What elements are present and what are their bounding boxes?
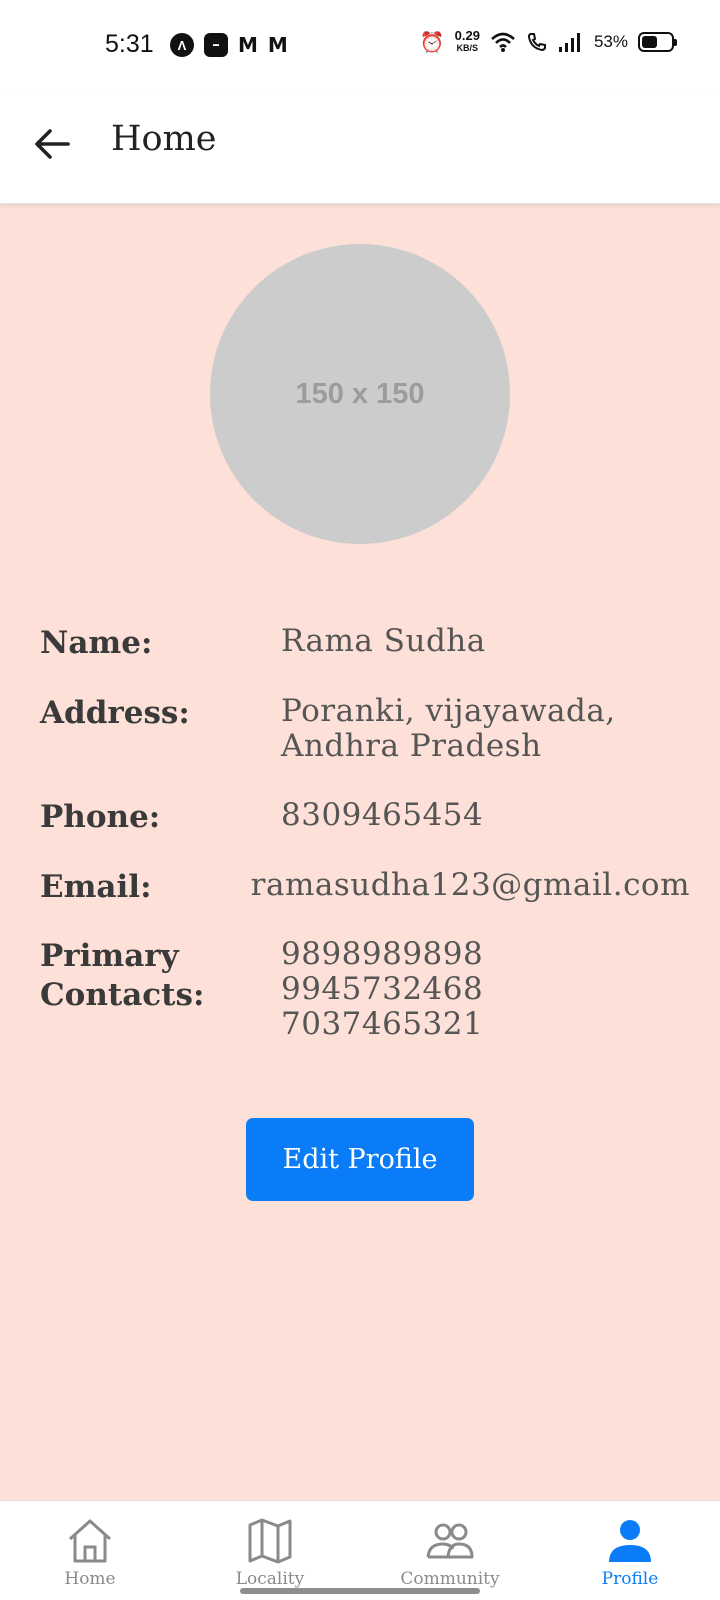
home-indicator[interactable] — [240, 1588, 480, 1594]
nav-label-profile: Profile — [601, 1569, 659, 1589]
nav-label-locality: Locality — [235, 1569, 305, 1589]
person-icon — [609, 1520, 651, 1562]
signal-icon — [558, 33, 580, 52]
nav-item-home[interactable]: Home — [0, 1501, 180, 1600]
status-bar: 5:31 Λ ▬ M M ⏰ 0.29 KB/S 53% — [0, 0, 720, 92]
address-line-2: Andhra Pradesh — [281, 728, 542, 764]
name-value: Rama Sudha — [281, 623, 486, 659]
arrow-left-icon[interactable] — [30, 122, 74, 166]
email-label: Email: — [40, 869, 152, 905]
name-label: Name: — [40, 625, 153, 661]
alarm-icon: ⏰ — [419, 30, 445, 54]
zomato-notification-icon: ▬ — [204, 33, 228, 57]
home-icon — [68, 1519, 112, 1563]
address-label: Address: — [40, 695, 190, 731]
contact-number: 9898989898 — [281, 936, 484, 972]
net-speed-value: 0.29 — [454, 28, 480, 43]
wifi-icon — [491, 32, 515, 52]
gmail-notification-icon: M — [267, 33, 288, 57]
notification-icons: Λ ▬ M M — [170, 33, 288, 57]
bottom-nav: Home Locality Community Profile — [0, 1500, 720, 1600]
address-value: Poranki, vijayawada, Andhra Pradesh — [281, 694, 616, 764]
map-icon — [248, 1518, 292, 1564]
contact-number: 7037465321 — [281, 1006, 484, 1042]
app-notification-icon: Λ — [170, 33, 194, 57]
net-speed: 0.29 KB/S — [454, 28, 480, 54]
nav-item-community[interactable]: Community — [360, 1501, 540, 1600]
battery-level — [642, 36, 657, 48]
email-value: ramasudha123@gmail.com — [250, 867, 690, 903]
people-icon — [426, 1523, 474, 1559]
app-bar: Home — [0, 92, 720, 204]
primary-contacts-label: Primary Contacts: — [40, 937, 281, 1042]
phone-row: Phone: 8309465454 — [40, 798, 690, 837]
avatar-placeholder-text: 150 x 150 — [295, 377, 425, 410]
nav-label-community: Community — [400, 1569, 500, 1589]
primary-contacts-row: Primary Contacts: 9898989898 9945732468 … — [40, 937, 690, 1042]
avatar: 150 x 150 — [210, 244, 510, 544]
nav-item-profile[interactable]: Profile — [540, 1501, 720, 1600]
profile-content: 150 x 150 Name: Rama Sudha Address: Pora… — [0, 204, 720, 1500]
contact-number: 9945732468 — [281, 971, 484, 1007]
primary-contacts-label-line-2: Contacts: — [40, 977, 205, 1013]
phone-value: 8309465454 — [281, 797, 484, 833]
edit-profile-button[interactable]: Edit Profile — [246, 1118, 474, 1201]
address-line-1: Poranki, vijayawada, — [281, 693, 616, 729]
primary-contacts-label-line-1: Primary — [40, 938, 179, 974]
system-indicators: ⏰ 0.29 KB/S 53% — [419, 28, 677, 54]
primary-contacts-list: 9898989898 9945732468 7037465321 — [281, 937, 483, 1042]
phone-label: Phone: — [40, 799, 161, 835]
battery-percent: 53% — [593, 32, 628, 51]
m-app-notification-icon: M — [238, 33, 258, 57]
email-row: Email: ramasudha123@gmail.com — [40, 868, 690, 907]
wifi-calling-icon — [527, 33, 546, 52]
battery-icon — [638, 32, 677, 52]
address-row: Address: Poranki, vijayawada, Andhra Pra… — [40, 694, 690, 764]
net-speed-unit: KB/S — [456, 43, 479, 53]
nav-item-locality[interactable]: Locality — [180, 1501, 360, 1600]
nav-label-home: Home — [64, 1569, 116, 1589]
name-row: Name: Rama Sudha — [40, 624, 690, 663]
status-time: 5:31 — [105, 30, 154, 58]
page-title: Home — [111, 119, 217, 159]
